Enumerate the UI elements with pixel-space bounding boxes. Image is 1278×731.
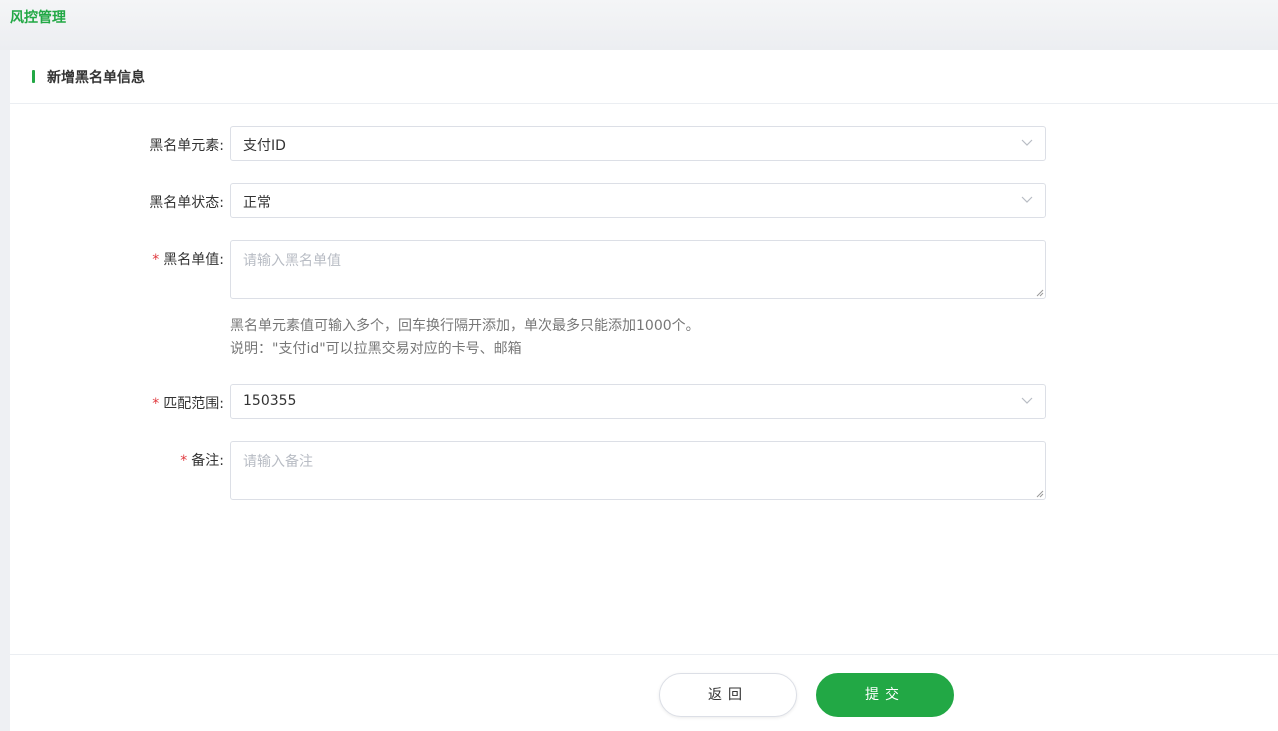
required-mark: * (152, 396, 160, 412)
values-help-text: 黑名单元素值可输入多个，回车换行隔开添加，单次最多只能添加1000个。 说明："… (230, 315, 700, 361)
back-button[interactable]: 返回 (659, 673, 797, 717)
required-mark: * (152, 252, 160, 268)
status-select[interactable]: 正常 (230, 183, 1046, 218)
remark-placeholder: 请输入备注 (243, 454, 313, 470)
values-textarea[interactable]: 请输入黑名单值 (230, 240, 1046, 299)
title-accent-bar (32, 70, 35, 83)
resize-grip-icon[interactable] (1036, 289, 1044, 297)
scope-select[interactable]: 150355 (230, 384, 1046, 419)
status-select-value: 正常 (243, 195, 271, 211)
form-card: 新增黑名单信息 黑名单元素: 支付ID 黑名单状态: 正常 * 黑名单值: 请输入… (10, 50, 1278, 731)
help-line-1: 黑名单元素值可输入多个，回车换行隔开添加，单次最多只能添加1000个。 (230, 318, 700, 334)
card-header: 新增黑名单信息 (10, 50, 1278, 104)
resize-grip-icon[interactable] (1036, 490, 1044, 498)
status-label: 黑名单状态: (149, 195, 224, 211)
chevron-down-icon (1021, 139, 1033, 146)
scope-select-value: 150355 (243, 393, 297, 409)
submit-button[interactable]: 提交 (816, 673, 954, 717)
help-line-2: 说明："支付id"可以拉黑交易对应的卡号、邮箱 (230, 341, 522, 357)
element-select-value: 支付ID (243, 138, 286, 154)
scope-label: * 匹配范围: (152, 396, 224, 412)
required-mark: * (180, 453, 188, 469)
element-label: 黑名单元素: (149, 138, 224, 154)
chevron-down-icon (1021, 397, 1033, 404)
form-footer: 返回 提交 (10, 654, 1278, 731)
breadcrumb-title[interactable]: 风控管理 (10, 7, 66, 27)
top-bar: 风控管理 (0, 0, 1278, 50)
values-label: * 黑名单值: (152, 252, 224, 268)
chevron-down-icon (1021, 196, 1033, 203)
remark-textarea[interactable]: 请输入备注 (230, 441, 1046, 500)
card-title: 新增黑名单信息 (47, 70, 145, 86)
remark-label: * 备注: (180, 453, 224, 469)
element-select[interactable]: 支付ID (230, 126, 1046, 161)
values-placeholder: 请输入黑名单值 (243, 253, 341, 269)
